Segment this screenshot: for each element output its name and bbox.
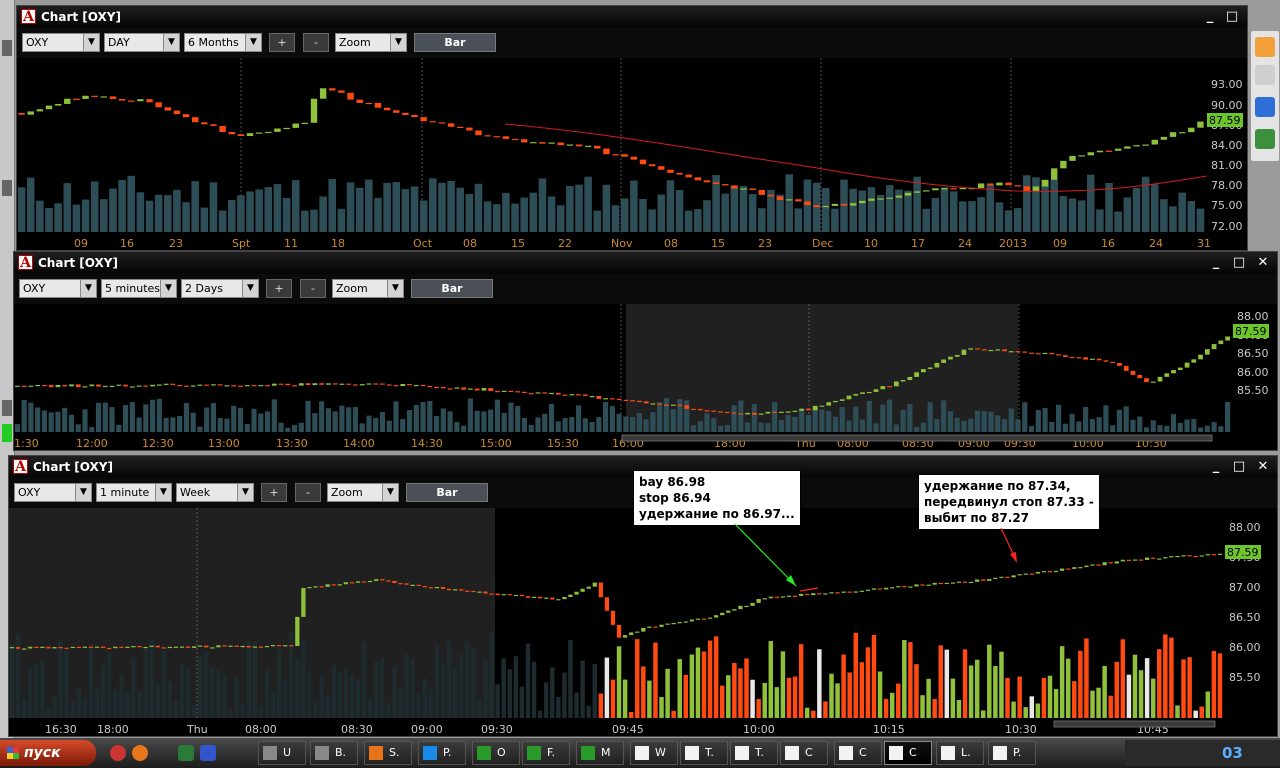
taskbar-button[interactable]: P. [418, 741, 466, 765]
app-icon [315, 746, 329, 760]
taskbar-button-label: P. [1013, 746, 1022, 759]
start-button[interactable]: пуск [0, 740, 96, 766]
taskbar-button-label: C [859, 746, 867, 759]
app-icon [839, 746, 853, 760]
taskbar-button[interactable]: B. [310, 741, 358, 765]
taskbar-button-label: W [655, 746, 666, 759]
app-icon [785, 746, 799, 760]
taskbar-button-label: M [601, 746, 611, 759]
taskbar-button-label: T. [755, 746, 764, 759]
annotation-arrows [734, 523, 1017, 592]
taskbar-button-label: S. [389, 746, 400, 759]
app-icon [993, 746, 1007, 760]
media-icon[interactable] [110, 745, 126, 761]
taskbar-button[interactable]: C [834, 741, 882, 765]
save-icon[interactable] [200, 745, 216, 761]
app-icon [581, 746, 595, 760]
taskbar-button-label: T. [705, 746, 714, 759]
taskbar-button-label: F. [547, 746, 556, 759]
taskbar-button[interactable]: P. [988, 741, 1036, 765]
taskbar: пуск U B. S. P. O F. M W T. T. C C C L. P. 03 [0, 738, 1280, 768]
taskbar-button[interactable]: U [258, 741, 306, 765]
system-tray [1125, 740, 1280, 766]
app-icon [941, 746, 955, 760]
taskbar-button[interactable]: C [780, 741, 828, 765]
app-icon [369, 746, 383, 760]
taskbar-button-label: C [805, 746, 813, 759]
taskbar-button[interactable]: M [576, 741, 624, 765]
taskbar-button[interactable]: T. [730, 741, 778, 765]
taskbar-button[interactable]: W [630, 741, 678, 765]
taskbar-button[interactable]: F. [522, 741, 570, 765]
taskbar-button[interactable]: S. [364, 741, 412, 765]
taskbar-button-label: U [283, 746, 292, 759]
taskbar-button-label: B. [335, 746, 347, 759]
taskbar-button[interactable]: L. [936, 741, 984, 765]
app-icon [735, 746, 749, 760]
taskbar-button-label: O [497, 746, 506, 759]
clock: 03 [1222, 744, 1243, 762]
app-icon [263, 746, 277, 760]
taskbar-button-label: L. [961, 746, 971, 759]
taskbar-button-label: C [909, 746, 917, 759]
app-icon [685, 746, 699, 760]
app-icon [423, 746, 437, 760]
app-icon [477, 746, 491, 760]
taskbar-button-label: P. [443, 746, 452, 759]
taskbar-button[interactable]: T. [680, 741, 728, 765]
app-icon [889, 746, 903, 760]
excel-icon[interactable] [178, 745, 194, 761]
app-icon [635, 746, 649, 760]
taskbar-button[interactable]: C [884, 741, 932, 765]
firefox-icon[interactable] [132, 745, 148, 761]
taskbar-button[interactable]: O [472, 741, 520, 765]
windows-flag-icon [7, 747, 19, 759]
app-icon [527, 746, 541, 760]
